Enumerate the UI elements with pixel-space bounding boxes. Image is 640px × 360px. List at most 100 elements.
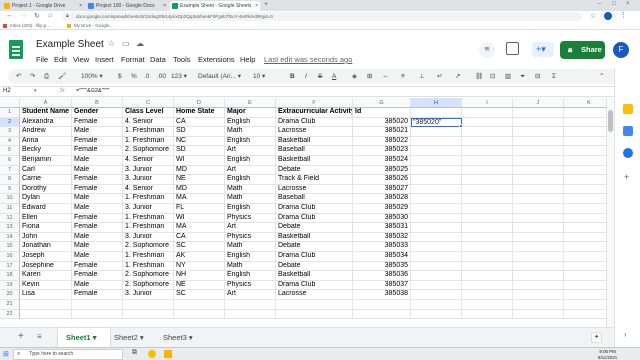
table-cell[interactable]: [513, 242, 564, 252]
table-cell[interactable]: Josephine: [20, 261, 72, 272]
row-header[interactable]: 9: [0, 184, 20, 195]
table-cell[interactable]: MD: [174, 165, 225, 176]
table-cell[interactable]: Drama Club: [276, 117, 353, 128]
table-cell[interactable]: MA: [174, 194, 225, 204]
table-cell[interactable]: [513, 165, 564, 176]
table-cell[interactable]: 4. Senior: [123, 156, 174, 166]
table-cell[interactable]: 385021: [353, 127, 411, 137]
table-cell[interactable]: [564, 223, 606, 233]
table-cell[interactable]: [564, 194, 606, 204]
table-cell[interactable]: [513, 117, 564, 128]
table-cell[interactable]: Debate: [276, 165, 353, 176]
table-cell[interactable]: English: [225, 271, 276, 281]
link-icon[interactable]: ⛓: [475, 72, 483, 81]
table-cell[interactable]: English: [225, 175, 276, 185]
table-cell[interactable]: Ellen: [20, 213, 72, 224]
forward-icon[interactable]: →: [20, 12, 27, 19]
table-cell[interactable]: [276, 300, 353, 310]
table-cell[interactable]: MA: [174, 223, 225, 233]
table-cell[interactable]: Female: [72, 117, 123, 128]
table-cell[interactable]: 2. Sophomore: [123, 242, 174, 252]
table-cell[interactable]: 3. Junior: [123, 232, 174, 243]
row-header[interactable]: 22: [0, 309, 20, 320]
table-cell[interactable]: Female: [72, 261, 123, 272]
table-cell[interactable]: [564, 146, 606, 156]
table-cell[interactable]: [513, 223, 564, 233]
table-cell[interactable]: [462, 175, 513, 185]
table-cell[interactable]: [513, 300, 564, 310]
taskbar-search[interactable]: ⌕ Type here to search: [13, 349, 123, 360]
sheet-tab-sheet3[interactable]: Sheet3 ▾: [155, 328, 207, 347]
increase-decimal-button[interactable]: .00: [157, 72, 166, 81]
selected-cell[interactable]: "385020": [411, 117, 462, 128]
table-cell[interactable]: [411, 242, 462, 252]
table-cell[interactable]: [513, 232, 564, 243]
table-cell[interactable]: [462, 204, 513, 214]
meet-icon[interactable]: +▾: [532, 42, 554, 57]
tasks-icon[interactable]: [623, 126, 633, 136]
row-header[interactable]: 4: [0, 136, 20, 147]
table-cell[interactable]: Debate: [276, 242, 353, 252]
table-cell[interactable]: Math: [225, 261, 276, 272]
star-icon[interactable]: ☆: [590, 12, 596, 20]
table-cell[interactable]: Drama Club: [276, 204, 353, 214]
table-cell[interactable]: Physics: [225, 280, 276, 291]
strikethrough-icon[interactable]: S: [318, 72, 322, 81]
sheet-tab-sheet1[interactable]: Sheet1 ▾: [58, 328, 110, 347]
header-cell[interactable]: Student Name: [20, 108, 72, 118]
scrollbar-thumb[interactable]: [608, 110, 613, 132]
taskbar-clock[interactable]: 9:06 PM 8/11/2021: [598, 349, 617, 360]
table-cell[interactable]: [20, 309, 72, 320]
table-cell[interactable]: [564, 185, 606, 195]
table-cell[interactable]: [513, 146, 564, 156]
table-cell[interactable]: Female: [72, 213, 123, 224]
table-cell[interactable]: [564, 290, 606, 300]
table-cell[interactable]: WI: [174, 213, 225, 224]
borders-icon[interactable]: ⊞: [367, 72, 372, 81]
table-cell[interactable]: [513, 127, 564, 137]
table-cell[interactable]: [411, 300, 462, 310]
table-cell[interactable]: [513, 156, 564, 166]
explore-icon[interactable]: ✦: [591, 332, 602, 343]
chevron-down-icon[interactable]: ▾: [93, 333, 97, 342]
table-cell[interactable]: 385023: [353, 146, 411, 156]
table-cell[interactable]: Physics: [225, 232, 276, 243]
table-cell[interactable]: 385025: [353, 165, 411, 176]
table-cell[interactable]: 3. Junior: [123, 175, 174, 185]
table-cell[interactable]: [411, 309, 462, 320]
table-cell[interactable]: [462, 213, 513, 224]
move-folder-icon[interactable]: ▭: [122, 39, 130, 48]
table-cell[interactable]: [72, 309, 123, 320]
profile-icon[interactable]: [604, 12, 612, 20]
bookmark-inbox[interactable]: Inbox (203) - filip.p...: [10, 22, 50, 30]
table-cell[interactable]: Female: [72, 290, 123, 300]
table-cell[interactable]: 385024: [353, 156, 411, 166]
table-cell[interactable]: NE: [174, 280, 225, 291]
italic-icon[interactable]: I: [305, 72, 307, 81]
table-cell[interactable]: Art: [225, 290, 276, 300]
table-cell[interactable]: [462, 242, 513, 252]
column-header-d[interactable]: D: [174, 98, 225, 108]
table-cell[interactable]: [564, 175, 606, 185]
fill-color-icon[interactable]: ◈: [352, 72, 357, 81]
menu-help[interactable]: Help: [240, 55, 255, 64]
close-icon[interactable]: ×: [79, 1, 82, 11]
table-cell[interactable]: 2. Sophomore: [123, 280, 174, 291]
table-cell[interactable]: [411, 271, 462, 281]
column-header-e[interactable]: E: [225, 98, 276, 108]
currency-button[interactable]: $: [118, 72, 122, 81]
table-cell[interactable]: Female: [72, 271, 123, 281]
paint-format-icon[interactable]: 🖌︎: [58, 72, 66, 81]
table-cell[interactable]: Female: [72, 175, 123, 185]
bookmark-my-drive[interactable]: My Drive - Google...: [74, 22, 113, 30]
header-cell[interactable]: [513, 108, 564, 118]
text-color-icon[interactable]: A: [332, 72, 336, 81]
browser-tab-docs[interactable]: Project 100 - Google Docs ×: [86, 1, 168, 11]
menu-extensions[interactable]: Extensions: [198, 55, 235, 64]
table-cell[interactable]: Edward: [20, 204, 72, 214]
table-cell[interactable]: Drama Club: [276, 280, 353, 291]
table-cell[interactable]: [411, 280, 462, 291]
table-cell[interactable]: [462, 156, 513, 166]
row-header[interactable]: 11: [0, 204, 20, 214]
merge-cells-icon[interactable]: ⇔: [382, 72, 389, 81]
